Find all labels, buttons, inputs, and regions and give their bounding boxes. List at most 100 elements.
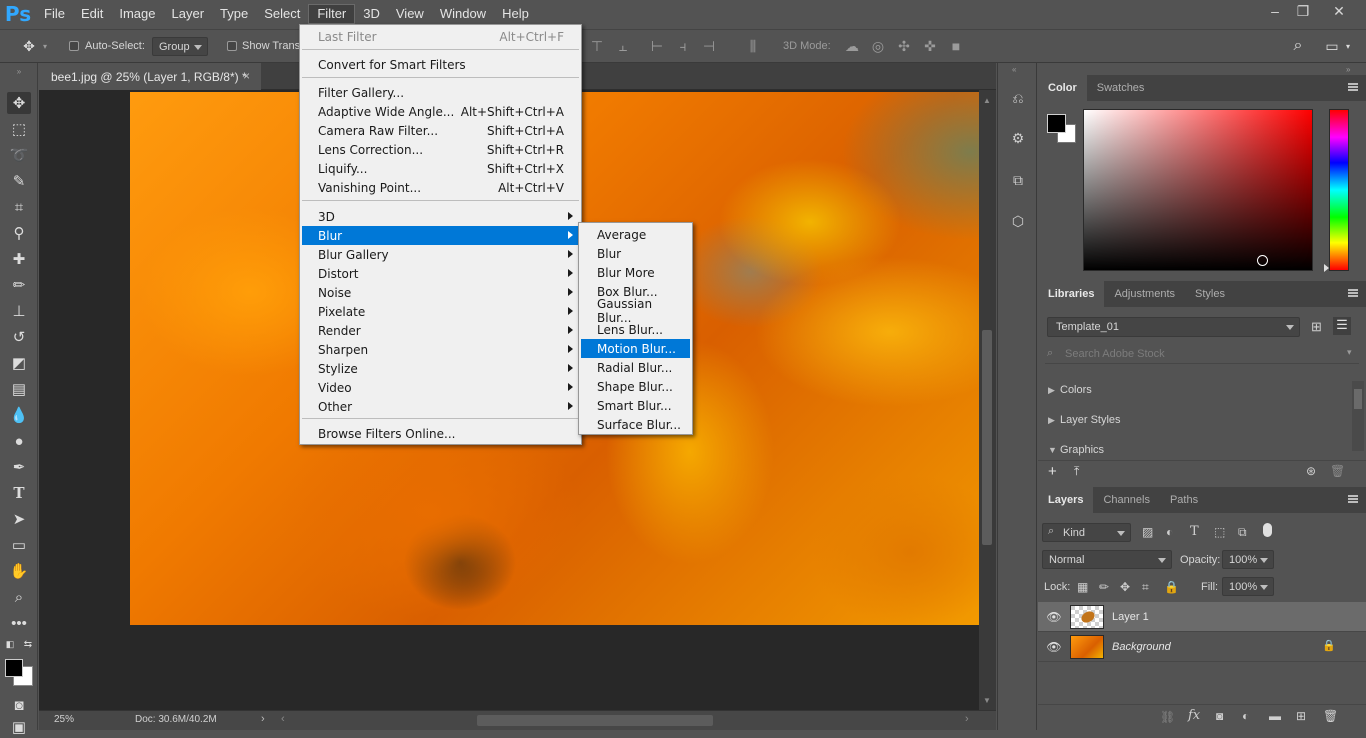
menu-item-stylize[interactable]: Stylize: [302, 359, 579, 378]
menu-item-convert-smart-filters[interactable]: Convert for Smart Filters: [302, 55, 579, 74]
submenu-item-blur[interactable]: Blur: [581, 244, 690, 263]
swap-colors-icon[interactable]: ⇆: [22, 638, 34, 650]
gradient-tool-icon[interactable]: ▤: [7, 378, 31, 400]
restore-button[interactable]: ❐: [1286, 0, 1320, 22]
3d-roll-icon[interactable]: ◎: [869, 38, 887, 54]
collapse-dock-icon[interactable]: «: [1012, 65, 1016, 74]
menu-window[interactable]: Window: [432, 0, 494, 27]
eyedropper-tool-icon[interactable]: ⚲: [7, 222, 31, 244]
tab-swatches[interactable]: Swatches: [1087, 75, 1155, 101]
document-tab[interactable]: bee1.jpg @ 25% (Layer 1, RGB/8*) *: [39, 63, 261, 90]
section-graphics[interactable]: ▼ Graphics: [1048, 444, 1104, 456]
3d-scale-icon[interactable]: ■: [947, 38, 965, 54]
delete-layer-icon[interactable]: 🗑: [1323, 709, 1338, 723]
lock-pixels-icon[interactable]: ✏: [1099, 580, 1109, 594]
tab-channels[interactable]: Channels: [1093, 487, 1159, 513]
eraser-tool-icon[interactable]: ◩: [7, 352, 31, 374]
menu-type[interactable]: Type: [212, 0, 256, 27]
layer-filter-kind-dropdown[interactable]: ⌕ Kind: [1042, 523, 1131, 542]
menu-item-browse-filters-online[interactable]: Browse Filters Online...: [302, 424, 579, 443]
filter-pixel-icon[interactable]: ▨: [1142, 525, 1153, 539]
menu-item-camera-raw-filter[interactable]: Camera Raw Filter... Shift+Ctrl+A: [302, 121, 579, 140]
3d-slide-icon[interactable]: ✜: [921, 38, 939, 54]
filter-type-icon[interactable]: T: [1190, 524, 1199, 539]
close-tab-icon[interactable]: ×: [243, 69, 250, 83]
list-view-icon[interactable]: ☰: [1333, 317, 1351, 335]
default-colors-icon[interactable]: ◧: [4, 638, 16, 650]
library-dropdown[interactable]: Template_01: [1047, 317, 1300, 337]
tab-adjustments[interactable]: Adjustments: [1104, 281, 1185, 307]
filter-adjustment-icon[interactable]: ◐: [1166, 525, 1173, 539]
creative-cloud-icon[interactable]: ⊛: [1306, 464, 1316, 478]
adjustment-layer-icon[interactable]: ◐: [1242, 709, 1249, 723]
layer-row-layer-1[interactable]: 👁 Layer 1: [1038, 602, 1366, 632]
vertical-scroll-thumb[interactable]: [982, 330, 992, 545]
zoom-level[interactable]: 25%: [54, 714, 74, 725]
properties-panel-icon[interactable]: ⚙: [1008, 128, 1028, 148]
libraries-scroll-thumb[interactable]: [1354, 389, 1362, 409]
crop-tool-icon[interactable]: ⌗: [7, 196, 31, 218]
menu-item-lens-correction[interactable]: Lens Correction... Shift+Ctrl+R: [302, 140, 579, 159]
submenu-item-average[interactable]: Average: [581, 225, 690, 244]
menu-filter[interactable]: Filter: [308, 3, 356, 24]
lasso-tool-icon[interactable]: ➰: [7, 144, 31, 166]
menu-item-other[interactable]: Other: [302, 397, 579, 416]
libraries-scrollbar[interactable]: [1352, 381, 1364, 451]
brush-panel-icon[interactable]: ⧉: [1008, 170, 1028, 190]
menu-item-pixelate[interactable]: Pixelate: [302, 302, 579, 321]
rectangle-tool-icon[interactable]: ▭: [7, 534, 31, 556]
trash-icon[interactable]: 🗑: [1330, 464, 1345, 478]
search-chevron-icon[interactable]: ▾: [1347, 347, 1352, 358]
foreground-color-swatch[interactable]: [5, 659, 23, 677]
menu-item-sharpen[interactable]: Sharpen: [302, 340, 579, 359]
link-layers-icon[interactable]: ⛓: [1160, 710, 1175, 724]
tab-libraries[interactable]: Libraries: [1038, 281, 1105, 307]
tab-layers[interactable]: Layers: [1038, 487, 1094, 513]
quick-select-tool-icon[interactable]: ✎: [7, 170, 31, 192]
tab-color[interactable]: Color: [1038, 75, 1087, 101]
distribute-icon[interactable]: ⫼: [744, 38, 762, 54]
menu-item-liquify[interactable]: Liquify... Shift+Ctrl+X: [302, 159, 579, 178]
color-picker-field[interactable]: [1083, 109, 1313, 271]
dodge-tool-icon[interactable]: ●: [7, 430, 31, 452]
workspace-chevron-icon[interactable]: ▾: [1343, 38, 1353, 54]
submenu-item-radial-blur[interactable]: Radial Blur...: [581, 358, 690, 377]
scroll-up-icon[interactable]: ▲: [983, 96, 991, 105]
lock-transparent-icon[interactable]: ▦: [1077, 580, 1088, 594]
menu-help[interactable]: Help: [494, 0, 537, 27]
align-hcenter-icon[interactable]: ⫞: [674, 38, 692, 54]
menu-item-blur-gallery[interactable]: Blur Gallery: [302, 245, 579, 264]
lock-position-icon[interactable]: ✥: [1120, 580, 1130, 594]
menu-item-noise[interactable]: Noise: [302, 283, 579, 302]
grid-view-icon[interactable]: ⊞: [1311, 319, 1322, 335]
align-left-icon[interactable]: ⊢: [648, 38, 666, 54]
libraries-panel-menu-icon[interactable]: [1348, 289, 1358, 297]
submenu-item-lens-blur[interactable]: Lens Blur...: [581, 320, 690, 339]
menu-3d[interactable]: 3D: [355, 0, 388, 27]
lock-all-icon[interactable]: 🔒: [1164, 580, 1179, 594]
collapse-panels-icon[interactable]: »: [1346, 65, 1350, 74]
healing-brush-tool-icon[interactable]: ✚: [7, 248, 31, 270]
history-brush-tool-icon[interactable]: ↺: [7, 326, 31, 348]
move-tool-icon[interactable]: ✥: [20, 38, 38, 54]
add-mask-icon[interactable]: ◙: [1216, 709, 1223, 723]
menu-edit[interactable]: Edit: [73, 0, 111, 27]
screen-mode-icon[interactable]: ▣: [7, 716, 31, 738]
filter-shape-icon[interactable]: ⬚: [1214, 525, 1225, 539]
menu-item-blur[interactable]: Blur: [302, 226, 579, 245]
align-right-icon[interactable]: ⊣: [700, 38, 718, 54]
3d-panel-icon[interactable]: ⬡: [1008, 211, 1028, 231]
layer-name[interactable]: Background: [1112, 641, 1171, 653]
fill-field[interactable]: 100%: [1222, 577, 1274, 596]
menu-image[interactable]: Image: [111, 0, 163, 27]
zoom-tool-icon[interactable]: ⌕: [7, 586, 31, 608]
scroll-left-icon[interactable]: ‹: [281, 713, 285, 725]
layers-panel-menu-icon[interactable]: [1348, 495, 1358, 503]
menu-item-3d[interactable]: 3D: [302, 207, 579, 226]
color-picker-cursor[interactable]: [1257, 255, 1268, 266]
history-panel-icon[interactable]: ⎌: [1008, 88, 1028, 108]
brush-tool-icon[interactable]: ✏: [7, 274, 31, 296]
clone-stamp-tool-icon[interactable]: ⊥: [7, 300, 31, 322]
3d-rotate-icon[interactable]: ☁: [843, 38, 861, 54]
type-tool-icon[interactable]: T: [7, 482, 31, 504]
